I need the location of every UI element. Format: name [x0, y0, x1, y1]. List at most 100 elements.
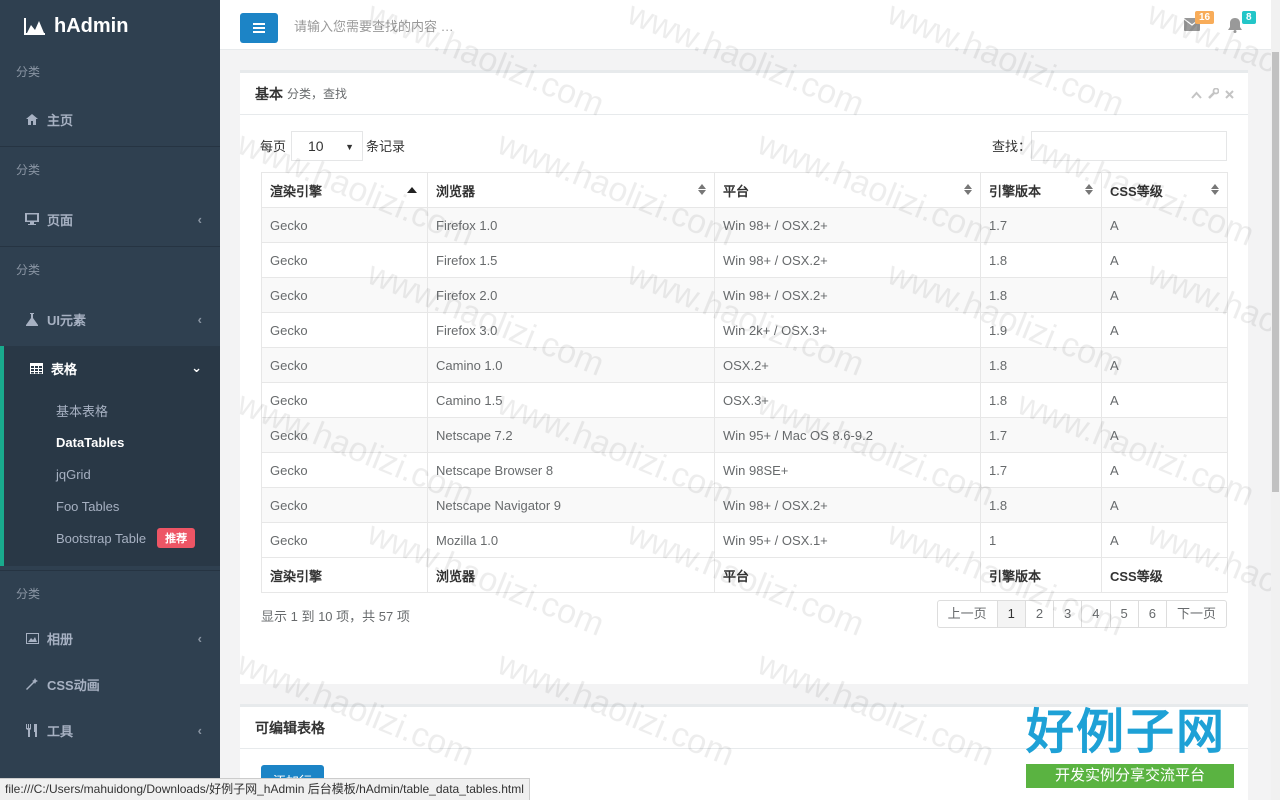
table-icon	[28, 362, 44, 374]
table-body: Gecko Firefox 1.0 Win 98+ / OSX.2+ 1.7 A Geck…	[261, 207, 1228, 558]
table-cell: Win 98+ / OSX.2+	[714, 242, 981, 278]
table-row[interactable]: Gecko Firefox 3.0 Win 2k+ / OSX.3+ 1.9 A	[261, 312, 1228, 348]
sidebar-item-pages[interactable]: 页面 ‹	[0, 192, 220, 246]
submenu-item-basic-tables[interactable]: 基本表格	[4, 394, 220, 426]
table-row[interactable]: Gecko Firefox 2.0 Win 98+ / OSX.2+ 1.8 A	[261, 277, 1228, 313]
table-row[interactable]: Gecko Netscape Navigator 9 Win 98+ / OSX.2…	[261, 487, 1228, 523]
watermark-logo: 好例子网 开发实例分享交流平台	[1024, 704, 1236, 790]
table-cell: 1.8	[980, 277, 1102, 313]
column-header-engine-version[interactable]: 引擎版本	[980, 172, 1102, 208]
column-header-label: 引擎版本	[989, 183, 1042, 199]
column-header-engine[interactable]: 渲染引擎	[261, 172, 428, 208]
mail-count-badge: 16	[1195, 11, 1215, 24]
chevron-down-icon: ⌄	[191, 360, 202, 375]
panel-tools	[1191, 87, 1234, 102]
datatable-panel: 基本 分类，查找 每页 10 ▼ 条记录 查找： 渲染引擎 浏览器 平台 引擎版…	[240, 70, 1248, 684]
sidebar-item-tools[interactable]: 工具 ‹	[0, 708, 220, 752]
column-footer-label: 浏览器	[427, 557, 715, 593]
panel-title: 基本	[255, 85, 283, 102]
sidebar-item-ui-elements[interactable]: UI元素 ‹	[0, 292, 220, 346]
page-button-6[interactable]: 6	[1137, 600, 1167, 628]
watermark-logo-title: 好例子网	[1026, 704, 1227, 760]
caret-down-icon: ▼	[345, 142, 354, 152]
bars-icon	[253, 23, 265, 33]
table-controls: 每页 10 ▼ 条记录 查找：	[260, 131, 1227, 161]
desktop-icon	[24, 213, 40, 225]
table-cell: Gecko	[261, 207, 428, 243]
sidebar-item-tables[interactable]: 表格 ⌄	[0, 346, 220, 390]
next-page-button[interactable]: 下一页	[1165, 600, 1227, 628]
table-cell: Firefox 1.5	[427, 242, 715, 278]
pagination: 上一页 1 2 3 4 5 6 下一页	[936, 600, 1227, 628]
sidebar-item-gallery[interactable]: 相册 ‹	[0, 616, 220, 660]
close-icon[interactable]	[1225, 88, 1234, 102]
submenu-item-foo-tables[interactable]: Foo Tables	[4, 490, 220, 522]
column-header-css-grade[interactable]: CSS等级	[1101, 172, 1228, 208]
sidebar-item-label: 页面	[47, 212, 74, 228]
table-row[interactable]: Gecko Camino 1.0 OSX.2+ 1.8 A	[261, 347, 1228, 383]
top-search-input[interactable]: 请输入您需要查找的内容 …	[294, 16, 454, 35]
table-row[interactable]: Gecko Firefox 1.0 Win 98+ / OSX.2+ 1.7 A	[261, 207, 1228, 243]
app-logo[interactable]: hAdmin	[0, 0, 220, 52]
table-cell: Camino 1.5	[427, 382, 715, 418]
column-header-browser[interactable]: 浏览器	[427, 172, 715, 208]
sort-both-icon	[698, 184, 706, 195]
table-cell: Win 95+ / Mac OS 8.6-9.2	[714, 417, 981, 453]
table-cell: Gecko	[261, 487, 428, 523]
table-row[interactable]: Gecko Netscape 7.2 Win 95+ / Mac OS 8.6-9.…	[261, 417, 1228, 453]
nav-section-label: 分类	[0, 146, 220, 192]
table-row[interactable]: Gecko Camino 1.5 OSX.3+ 1.8 A	[261, 382, 1228, 418]
table-row[interactable]: Gecko Mozilla 1.0 Win 95+ / OSX.1+ 1 A	[261, 522, 1228, 558]
tables-submenu: 基本表格 DataTables jqGrid Foo Tables Bootst…	[0, 390, 220, 566]
data-table: 渲染引擎 浏览器 平台 引擎版本 CSS等级 Gecko Firefox 1.0 W…	[261, 172, 1228, 593]
picture-icon	[24, 632, 40, 644]
sidebar-item-label: 表格	[51, 361, 78, 377]
table-search-input[interactable]	[1031, 131, 1227, 161]
page-scrollbar[interactable]	[1271, 0, 1280, 800]
table-cell: Camino 1.0	[427, 347, 715, 383]
table-cell: Gecko	[261, 417, 428, 453]
submenu-item-datatables[interactable]: DataTables	[4, 426, 220, 458]
table-row[interactable]: Gecko Netscape Browser 8 Win 98SE+ 1.7 A	[261, 452, 1228, 488]
page-button-4[interactable]: 4	[1081, 600, 1111, 628]
scrollbar-thumb[interactable]	[1272, 52, 1279, 492]
home-icon	[24, 113, 40, 125]
page-length-value: 10	[308, 138, 324, 154]
table-cell: Firefox 3.0	[427, 312, 715, 348]
chevron-left-icon: ‹	[197, 722, 202, 738]
wrench-icon[interactable]	[1208, 87, 1220, 102]
sidebar-item-home[interactable]: 主页	[0, 92, 220, 146]
sidebar-item-css-animation[interactable]: CSS动画	[0, 660, 220, 708]
flask-icon	[24, 312, 40, 326]
column-header-label: 浏览器	[436, 183, 476, 199]
submenu-item-label: DataTables	[56, 434, 125, 450]
menu-toggle-button[interactable]	[240, 13, 278, 43]
column-header-platform[interactable]: 平台	[714, 172, 981, 208]
prev-page-button[interactable]: 上一页	[936, 600, 998, 628]
sidebar-item-label: 主页	[47, 112, 74, 128]
table-cell: Firefox 1.0	[427, 207, 715, 243]
page-button-5[interactable]: 5	[1109, 600, 1139, 628]
page-button-3[interactable]: 3	[1053, 600, 1083, 628]
page-button-1[interactable]: 1	[996, 600, 1026, 628]
column-footer-label: 渲染引擎	[261, 557, 428, 593]
submenu-item-bootstrap-table[interactable]: Bootstrap Table 推荐	[4, 522, 220, 554]
table-footer-row: 渲染引擎 浏览器 平台 引擎版本 CSS等级	[261, 557, 1228, 593]
table-cell: Win 98+ / OSX.2+	[714, 487, 981, 523]
nav-section-label: 分类	[16, 65, 41, 79]
chevron-left-icon: ‹	[197, 630, 202, 646]
sidebar-item-label: CSS动画	[47, 677, 100, 693]
page-button-2[interactable]: 2	[1024, 600, 1055, 628]
table-cell: 1.8	[980, 382, 1102, 418]
table-row[interactable]: Gecko Firefox 1.5 Win 98+ / OSX.2+ 1.8 A	[261, 242, 1228, 278]
table-cell: A	[1101, 452, 1228, 488]
submenu-item-jqgrid[interactable]: jqGrid	[4, 458, 220, 490]
table-cell: Gecko	[261, 347, 428, 383]
sort-both-icon	[1085, 184, 1093, 195]
table-cell: Mozilla 1.0	[427, 522, 715, 558]
table-cell: A	[1101, 382, 1228, 418]
collapse-icon[interactable]	[1191, 88, 1202, 102]
search-label: 查找：	[992, 139, 1032, 154]
bell-icon	[1228, 18, 1242, 33]
page-length-select[interactable]: 10 ▼	[291, 131, 363, 161]
